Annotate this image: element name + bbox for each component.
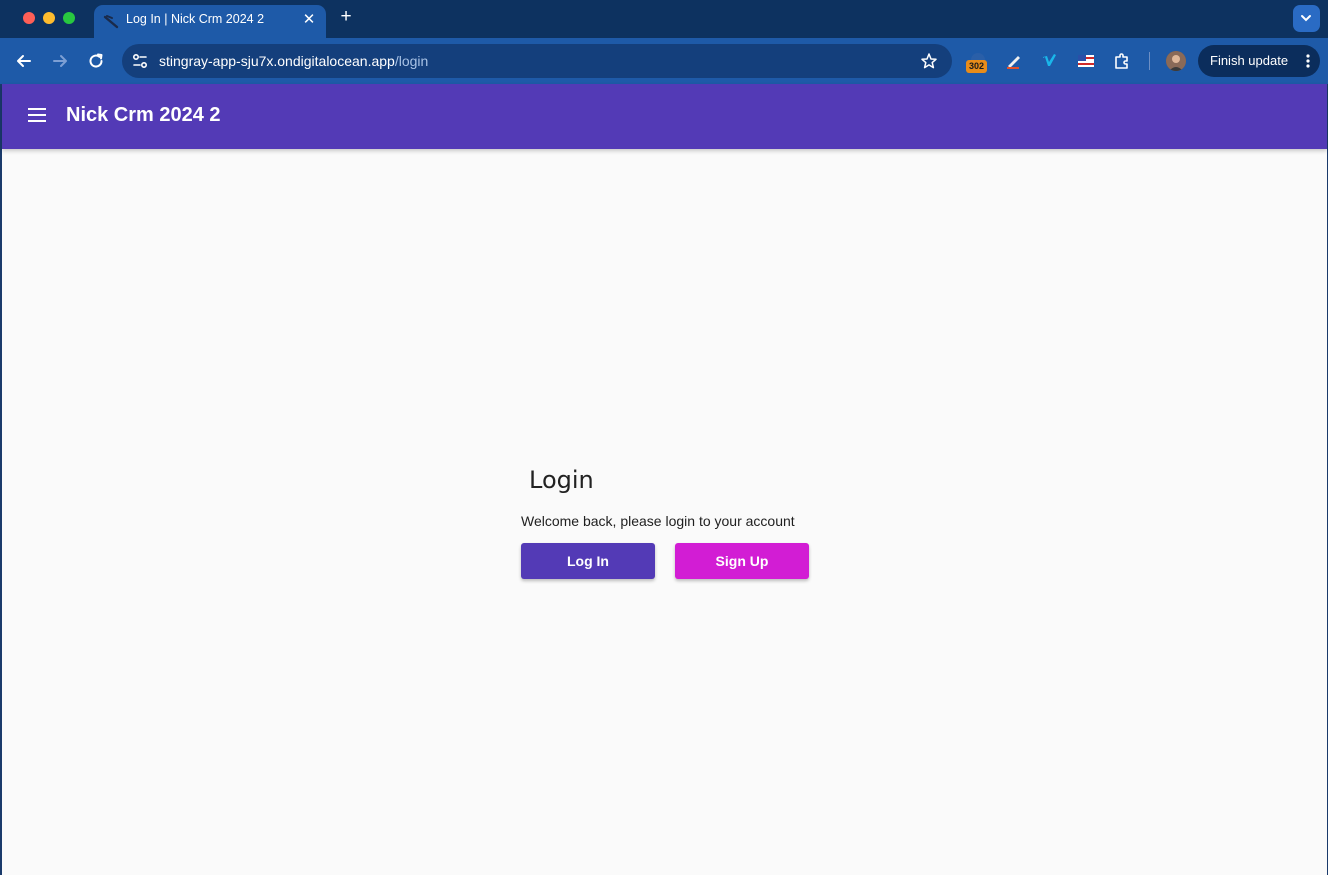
toolbar-divider xyxy=(1149,52,1150,70)
tab-strip: Log In | Nick Crm 2024 2 ✕ + xyxy=(0,0,1328,38)
finish-update-label: Finish update xyxy=(1210,53,1289,68)
chevron-down-icon xyxy=(1301,15,1311,22)
page-title: Login xyxy=(529,466,594,494)
browser-toolbar: stingray-app-sju7x.ondigitalocean.app/lo… xyxy=(0,38,1328,84)
reload-icon[interactable] xyxy=(85,50,107,72)
avatar[interactable] xyxy=(1166,51,1186,71)
tab-title: Log In | Nick Crm 2024 2 xyxy=(126,12,265,26)
url-host: stingray-app-sju7x.ondigitalocean.app xyxy=(159,53,395,69)
app-bar: Nick Crm 2024 2 xyxy=(2,84,1327,149)
address-bar[interactable]: stingray-app-sju7x.ondigitalocean.app/lo… xyxy=(122,44,952,78)
signup-button[interactable]: Sign Up xyxy=(675,543,809,579)
url-text: stingray-app-sju7x.ondigitalocean.app/lo… xyxy=(159,53,428,69)
vimeo-icon[interactable] xyxy=(1040,51,1060,71)
flag-extension-icon[interactable] xyxy=(1076,51,1096,71)
tab-close-icon[interactable]: ✕ xyxy=(301,10,317,28)
profile-photo-icon xyxy=(1166,51,1186,71)
window-minimize-button[interactable] xyxy=(43,12,55,24)
page-viewport: Nick Crm 2024 2 Login Welcome back, plea… xyxy=(2,84,1327,875)
star-icon[interactable] xyxy=(920,52,938,70)
login-panel: Login Welcome back, please login to your… xyxy=(520,462,820,582)
new-tab-icon[interactable]: + xyxy=(336,6,356,28)
arrow-left-icon[interactable] xyxy=(13,50,35,72)
url-path: /login xyxy=(394,53,429,69)
puzzle-icon[interactable] xyxy=(1112,51,1132,71)
window-close-button[interactable] xyxy=(23,12,35,24)
login-button[interactable]: Log In xyxy=(521,543,655,579)
finish-update-button[interactable]: Finish update xyxy=(1198,45,1320,77)
site-info-icon[interactable] xyxy=(131,52,149,70)
pen-extension-icon[interactable] xyxy=(1004,51,1024,71)
login-subtitle: Welcome back, please login to your accou… xyxy=(521,513,795,529)
favicon-icon xyxy=(103,15,119,29)
browser-tab-active[interactable]: Log In | Nick Crm 2024 2 ✕ xyxy=(94,5,326,38)
tab-search-button[interactable] xyxy=(1293,5,1320,32)
app-title: Nick Crm 2024 2 xyxy=(66,104,221,126)
extension-badge: 302 xyxy=(966,60,988,73)
more-vert-icon xyxy=(1306,54,1310,68)
hamburger-icon[interactable] xyxy=(28,108,48,124)
window-maximize-button[interactable] xyxy=(63,12,75,24)
arrow-right-icon[interactable] xyxy=(49,50,71,72)
